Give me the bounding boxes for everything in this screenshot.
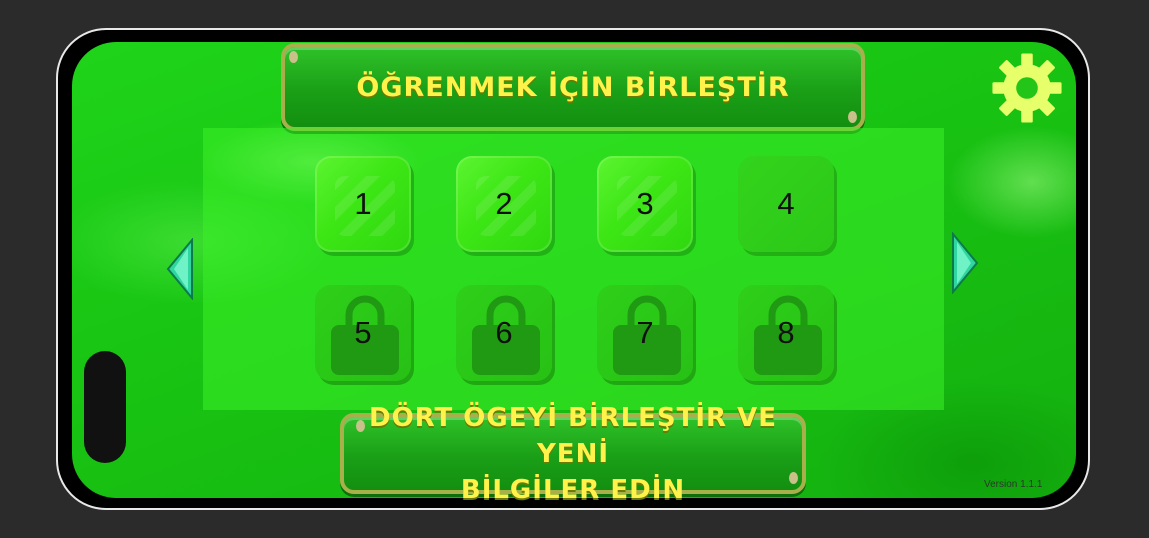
level-number: 6	[495, 315, 513, 350]
level-number: 8	[777, 315, 795, 350]
info-message: DÖRT ÖGEYİ BİRLEŞTİR VE YENİ BİLGİLER ED…	[344, 400, 802, 508]
level-tile-6[interactable]: 6	[456, 285, 552, 381]
level-tile-5[interactable]: 5	[315, 285, 411, 381]
version-label: Version 1.1.1	[984, 479, 1043, 490]
banner-rivet	[356, 420, 365, 432]
banner-rivet	[848, 111, 857, 123]
title-banner: ÖĞRENMEK İÇİN BİRLEŞTİR	[281, 43, 865, 131]
level-number: 3	[636, 186, 654, 221]
page-title: ÖĞRENMEK İÇİN BİRLEŞTİR	[356, 71, 790, 103]
level-tile-3[interactable]: 3	[597, 156, 693, 252]
info-line-2: BİLGİLER EDİN	[460, 474, 686, 505]
level-number: 2	[495, 186, 513, 221]
banner-rivet	[289, 51, 298, 63]
level-tile-2[interactable]: 2	[456, 156, 552, 252]
level-tile-8[interactable]: 8	[738, 285, 834, 381]
level-tile-4[interactable]: 4	[738, 156, 834, 252]
level-number: 4	[777, 186, 795, 221]
chevron-left-icon[interactable]	[166, 238, 194, 300]
gear-icon[interactable]	[990, 52, 1064, 124]
banner-rivet	[789, 472, 798, 484]
level-tile-7[interactable]: 7	[597, 285, 693, 381]
info-line-1: DÖRT ÖGEYİ BİRLEŞTİR VE YENİ	[368, 402, 777, 469]
level-number: 1	[354, 186, 372, 221]
level-tile-1[interactable]: 1	[315, 156, 411, 252]
device-camera-notch	[84, 351, 126, 463]
info-banner: DÖRT ÖGEYİ BİRLEŞTİR VE YENİ BİLGİLER ED…	[340, 403, 806, 505]
level-number: 5	[354, 315, 372, 350]
level-number: 7	[636, 315, 654, 350]
chevron-right-icon[interactable]	[951, 232, 979, 294]
